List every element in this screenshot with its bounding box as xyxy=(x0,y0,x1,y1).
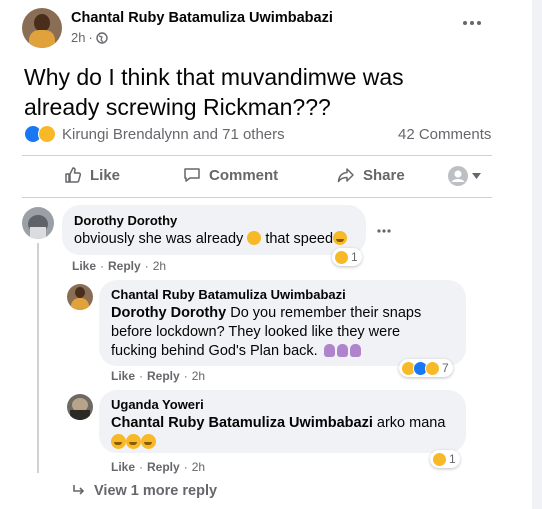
like-button[interactable]: Like xyxy=(64,166,120,184)
reply-text: Dorothy Dorothy Do you remember their sn… xyxy=(111,304,454,361)
grimace-emoji-icon xyxy=(247,231,262,245)
mention-link[interactable]: Dorothy Dorothy xyxy=(111,305,226,321)
haha-reaction-icon xyxy=(334,249,349,265)
reply-reaction-pill[interactable]: 7 xyxy=(399,359,453,377)
post-text-line-2: already screwing Rickman??? xyxy=(24,94,331,120)
divider xyxy=(22,155,492,156)
reply-bubble: Uganda Yoweri Chantal Ruby Batamuliza Uw… xyxy=(99,390,466,453)
comment-more-icon[interactable] xyxy=(377,229,391,233)
wow-reaction-icon xyxy=(425,360,440,376)
post-author-avatar[interactable] xyxy=(22,8,62,48)
post-meta: 2h · xyxy=(71,30,108,45)
comment-button[interactable]: Comment xyxy=(183,166,278,184)
thread-line xyxy=(37,243,39,473)
like-label: Like xyxy=(90,166,121,184)
reply-text-line: fucking behind God's Plan back. xyxy=(111,343,318,359)
reply-reply-link[interactable]: Reply xyxy=(147,460,180,474)
comment-reply-link[interactable]: Reply xyxy=(108,259,141,273)
post-text-line-1: Why do I think that muvandimwe was xyxy=(24,64,404,90)
comment-text: obviously she was already that speed xyxy=(74,230,354,249)
mention-link[interactable]: Chantal Ruby Batamuliza Uwimbabazi xyxy=(111,415,373,431)
reply-time[interactable]: 2h xyxy=(192,369,205,383)
reply-author[interactable]: Uganda Yoweri xyxy=(111,397,454,412)
share-button[interactable]: Share xyxy=(337,166,405,184)
reaction-count: 1 xyxy=(351,250,358,264)
comment-bubble: Dorothy Dorothy obviously she was alread… xyxy=(62,205,366,255)
post-author-name[interactable]: Chantal Ruby Batamuliza Uwimbabazi xyxy=(71,10,333,26)
comment-text-part: obviously she was already xyxy=(74,231,244,247)
share-label: Share xyxy=(363,166,405,184)
reply-reply-link[interactable]: Reply xyxy=(147,369,180,383)
reply-author[interactable]: Chantal Ruby Batamuliza Uwimbabazi xyxy=(111,287,454,302)
globe-icon xyxy=(96,31,108,44)
comment-like-link[interactable]: Like xyxy=(72,259,96,273)
separator: · xyxy=(88,30,93,45)
reply-arrow-icon xyxy=(72,485,86,497)
profile-icon xyxy=(448,166,468,186)
reply-like-link[interactable]: Like xyxy=(111,369,135,383)
haha-reaction-icon xyxy=(38,125,56,143)
comment-author[interactable]: Dorothy Dorothy xyxy=(74,213,354,228)
laugh-cry-emoji-icon xyxy=(141,434,156,449)
person-emoji-icon xyxy=(336,344,348,357)
reply-author-avatar[interactable] xyxy=(67,394,93,420)
scrollbar[interactable] xyxy=(532,0,542,509)
like-icon xyxy=(64,166,82,184)
laugh-emoji-icon xyxy=(333,231,348,245)
comment-text-part: that speed xyxy=(265,231,334,247)
laugh-cry-emoji-icon xyxy=(126,434,141,449)
share-icon xyxy=(337,166,355,184)
laugh-cry-emoji-icon xyxy=(111,434,126,449)
reply-text: Chantal Ruby Batamuliza Uwimbabazi arko … xyxy=(111,414,454,433)
reply-actions: Like · Reply · 2h xyxy=(111,460,206,474)
person-emoji-icon xyxy=(323,344,335,357)
reaction-count: 1 xyxy=(449,452,456,466)
post-text: Why do I think that muvandimwe was alrea… xyxy=(24,62,404,122)
comments-count[interactable]: 42 Comments xyxy=(398,126,491,143)
reply-like-link[interactable]: Like xyxy=(111,460,135,474)
person-emoji-icon xyxy=(349,344,361,357)
reply-text-line: before lockdown? They looked like they w… xyxy=(111,324,401,340)
reply-bubble: Chantal Ruby Batamuliza Uwimbabazi Dorot… xyxy=(99,280,466,366)
reply-reaction-pill[interactable]: 1 xyxy=(430,450,460,468)
divider xyxy=(22,197,492,198)
more-icon[interactable] xyxy=(462,20,482,26)
view-more-replies[interactable]: View 1 more reply xyxy=(72,483,217,499)
reply-text-line: Do you remember their snaps xyxy=(230,305,422,321)
reply-actions: Like · Reply · 2h xyxy=(111,369,206,383)
reactors-text[interactable]: Kirungi Brendalynn and 71 others xyxy=(62,126,285,143)
haha-reaction-icon xyxy=(432,451,447,467)
caret-down-icon xyxy=(472,173,481,179)
reply-author-avatar[interactable] xyxy=(67,284,93,310)
comment-reaction-pill[interactable]: 1 xyxy=(332,248,362,266)
comment-icon xyxy=(183,166,201,184)
commenter-avatar[interactable] xyxy=(22,207,54,239)
post-time[interactable]: 2h xyxy=(71,30,85,45)
reply-time[interactable]: 2h xyxy=(192,460,205,474)
post-card: Chantal Ruby Batamuliza Uwimbabazi 2h · … xyxy=(0,0,533,509)
reaction-summary[interactable]: Kirungi Brendalynn and 71 others xyxy=(24,125,285,143)
comment-label: Comment xyxy=(209,166,279,184)
comment-time[interactable]: 2h xyxy=(153,259,166,273)
comment-actions: Like · Reply · 2h xyxy=(72,259,167,273)
reply-text-part: arko mana xyxy=(376,415,446,431)
view-more-label: View 1 more reply xyxy=(94,483,218,499)
reaction-count: 7 xyxy=(442,361,449,375)
audience-selector[interactable] xyxy=(448,166,481,186)
